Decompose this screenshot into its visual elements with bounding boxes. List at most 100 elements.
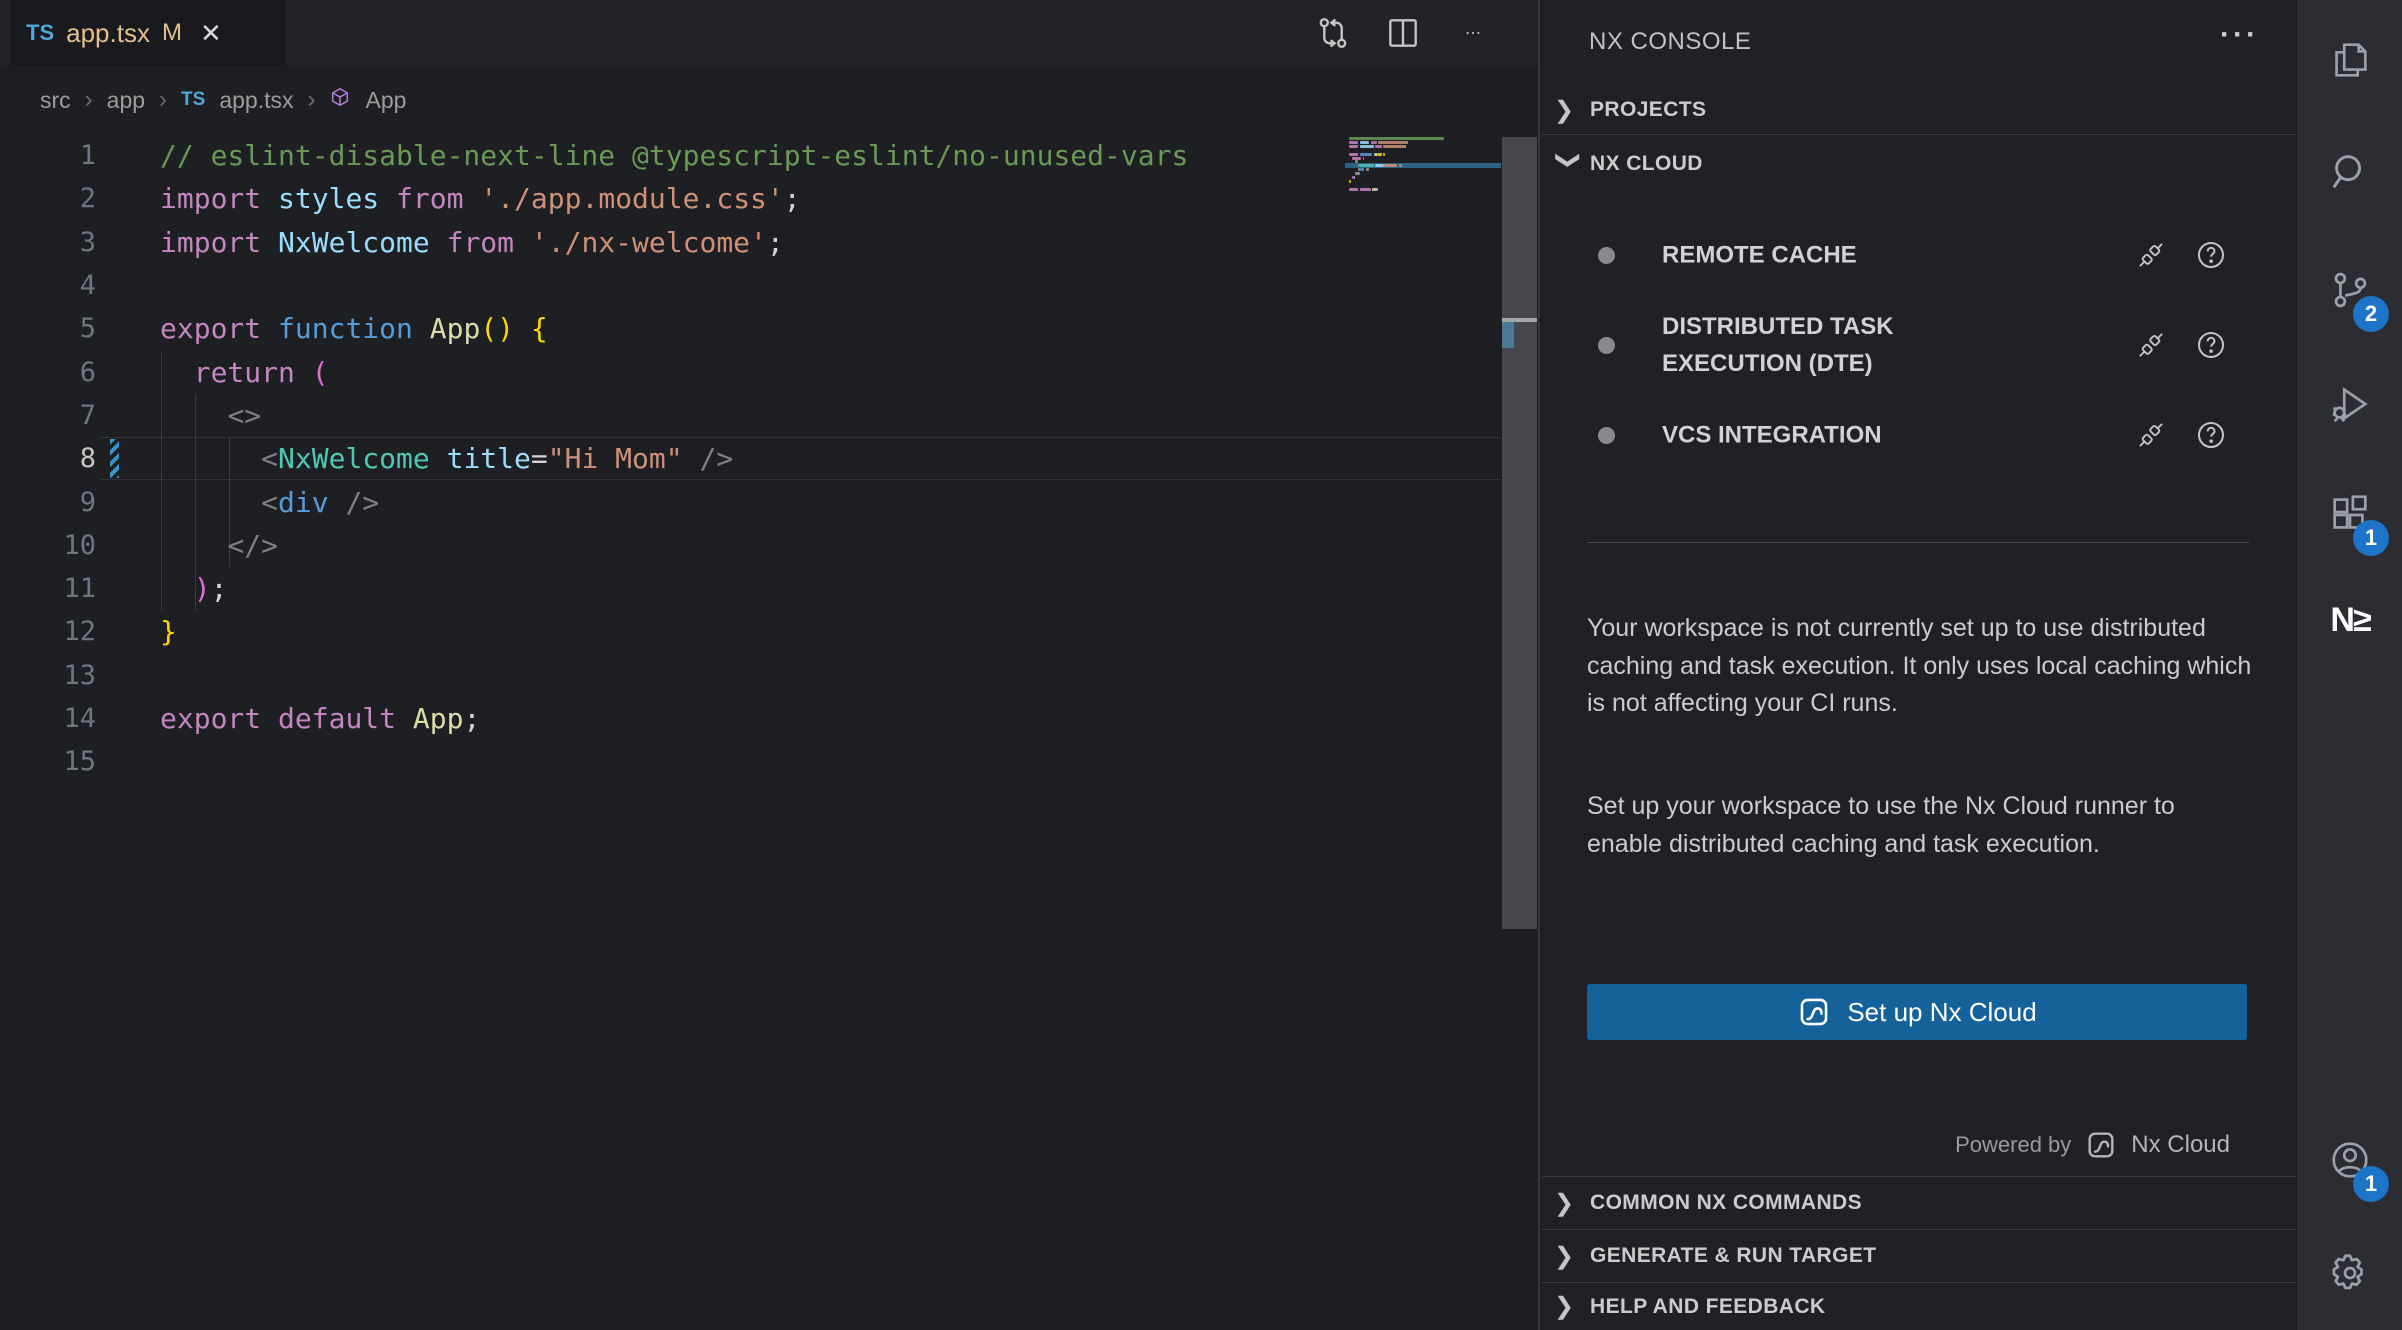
minimap-line (1383, 145, 1405, 148)
code-line-12[interactable]: 12} (0, 610, 1501, 653)
code-line-6[interactable]: 6 return ( (0, 350, 1501, 393)
minimap-line (1360, 168, 1365, 171)
minimap-line (1378, 153, 1381, 156)
minimap-line (1360, 141, 1369, 144)
minimap-line (1349, 137, 1444, 140)
line-number: 2 (0, 183, 96, 214)
code-text: </> (160, 529, 278, 562)
code-line-3[interactable]: 3import NxWelcome from './nx-welcome'; (0, 221, 1501, 264)
workspace-status-text: Your workspace is not currently set up t… (1587, 610, 2255, 723)
code-line-11[interactable]: 11 ); (0, 567, 1501, 610)
cloud-item-label: REMOTE CACHE (1662, 237, 1992, 274)
gutter-modified-indicator (110, 439, 119, 478)
line-number: 9 (0, 487, 96, 518)
connect-icon[interactable] (2134, 238, 2168, 272)
code-line-5[interactable]: 5export function App() { (0, 307, 1501, 350)
overview-ruler-modified-marker (1502, 322, 1514, 348)
code-text: // eslint-disable-next-line @typescript-… (160, 139, 1188, 172)
help-icon[interactable] (2194, 418, 2228, 452)
cloud-item-remote-cache[interactable]: REMOTE CACHE (1542, 228, 2296, 282)
nx-console-logo: N≥ (2330, 601, 2369, 640)
code-line-13[interactable]: 13 (0, 654, 1501, 697)
code-line-10[interactable]: 10 </> (0, 524, 1501, 567)
breadcrumb-app[interactable]: app (107, 87, 145, 114)
connect-icon[interactable] (2134, 418, 2168, 452)
code-editor[interactable]: 1 // eslint-disable-next-line @typescript… (0, 134, 1501, 1330)
divider (1587, 542, 2249, 543)
sidebar-more-actions-icon[interactable]: ··· (2220, 18, 2259, 52)
line-number: 3 (0, 227, 96, 258)
chevron-right-icon: ❯ (1554, 96, 1590, 125)
code-text: ); (160, 572, 227, 605)
code-line-14[interactable]: 14 export default App; (0, 697, 1501, 740)
activity-settings-icon[interactable] (2297, 1225, 2402, 1321)
connect-icon[interactable] (2134, 328, 2168, 362)
activity-explorer-icon[interactable] (2297, 12, 2402, 108)
section-nx-cloud-label: NX CLOUD (1590, 152, 1703, 176)
cloud-item-distributed-task-execution-dte-[interactable]: DISTRIBUTED TASK EXECUTION (DTE) (1542, 300, 2296, 390)
minimap-line (1349, 153, 1358, 156)
minimap-line (1354, 176, 1356, 179)
section-projects-label: PROJECTS (1590, 98, 1706, 122)
activity-bar: 2 1 N≥ 1 (2296, 0, 2402, 1330)
minimap-line (1355, 172, 1360, 175)
line-number: 14 (0, 703, 96, 734)
tab-app-tsx[interactable]: TS app.tsx M ✕ (10, 0, 286, 66)
help-icon[interactable] (2194, 328, 2228, 362)
code-text: export default App; (160, 702, 480, 735)
code-line-1[interactable]: 1 // eslint-disable-next-line @typescript… (0, 134, 1501, 177)
badge-count: 1 (2353, 1166, 2389, 1202)
activity-nx-console-icon[interactable]: N≥ (2297, 572, 2402, 668)
editor-scrollbar[interactable] (1502, 137, 1537, 929)
section-projects[interactable]: ❯ PROJECTS (1542, 86, 2296, 135)
minimap-line (1377, 188, 1379, 191)
code-text: return ( (160, 356, 329, 389)
breadcrumb-file[interactable]: app.tsx (219, 87, 293, 114)
code-line-15[interactable]: 15 (0, 740, 1501, 783)
help-icon[interactable] (2194, 238, 2228, 272)
activity-run-debug-icon[interactable] (2297, 356, 2402, 452)
modified-badge: M (162, 19, 182, 47)
minimap[interactable] (1345, 134, 1501, 204)
line-number: 1 (0, 140, 96, 171)
open-changes-icon[interactable] (1313, 13, 1353, 53)
minimap-line (1349, 180, 1351, 183)
section-generate-run-target[interactable]: ❯ GENERATE & RUN TARGET (1542, 1229, 2296, 1282)
minimap-line (1363, 157, 1365, 160)
section-common-nx-commands[interactable]: ❯ COMMON NX COMMANDS (1542, 1176, 2296, 1229)
section-help-and-feedback[interactable]: ❯ HELP AND FEEDBACK (1542, 1282, 2296, 1330)
code-line-4[interactable]: 4 (0, 264, 1501, 307)
code-text: import styles from './app.module.css'; (160, 182, 801, 215)
code-text: <div /> (160, 486, 379, 519)
section-nx-cloud[interactable]: ❯ NX CLOUD (1542, 136, 2296, 192)
line-number: 5 (0, 313, 96, 344)
more-actions-icon[interactable]: ⋯ (1453, 13, 1493, 53)
setup-nx-cloud-button[interactable]: Set up Nx Cloud (1587, 984, 2247, 1040)
typescript-file-icon: TS (181, 89, 205, 111)
activity-extensions-icon[interactable]: 1 (2297, 466, 2402, 562)
close-tab-icon[interactable]: ✕ (200, 18, 222, 49)
code-text: <NxWelcome title="Hi Mom" /> (160, 442, 733, 475)
minimap-line (1352, 157, 1361, 160)
code-line-2[interactable]: 2 import styles from './app.module.css'; (0, 177, 1501, 220)
code-line-8[interactable]: 8 <NxWelcome title="Hi Mom" /> (0, 437, 1501, 480)
line-number: 4 (0, 270, 96, 301)
activity-accounts-icon[interactable]: 1 (2297, 1112, 2402, 1208)
nx-cloud-logo-icon (2085, 1129, 2117, 1161)
code-line-7[interactable]: 7 <> (0, 394, 1501, 437)
breadcrumb-src[interactable]: src (40, 87, 71, 114)
setup-hint-text: Set up your workspace to use the Nx Clou… (1587, 788, 2255, 863)
activity-source-control-icon[interactable]: 2 (2297, 242, 2402, 338)
breadcrumb-symbol-app[interactable]: App (365, 87, 406, 114)
breadcrumb: src › app › TS app.tsx › App (0, 66, 1538, 134)
split-editor-icon[interactable] (1383, 13, 1423, 53)
code-text: } (160, 615, 177, 648)
minimap-line (1385, 164, 1397, 167)
chevron-right-icon: ❯ (1554, 1189, 1590, 1218)
activity-search-icon[interactable] (2297, 124, 2402, 220)
cloud-item-vcs-integration[interactable]: VCS INTEGRATION (1542, 408, 2296, 462)
tab-label: app.tsx (66, 18, 150, 49)
tab-bar: TS app.tsx M ✕ ⋯ (0, 0, 1538, 66)
nx-cloud-brand-label: Nx Cloud (2131, 1131, 2230, 1159)
code-line-9[interactable]: 9 <div /> (0, 480, 1501, 523)
